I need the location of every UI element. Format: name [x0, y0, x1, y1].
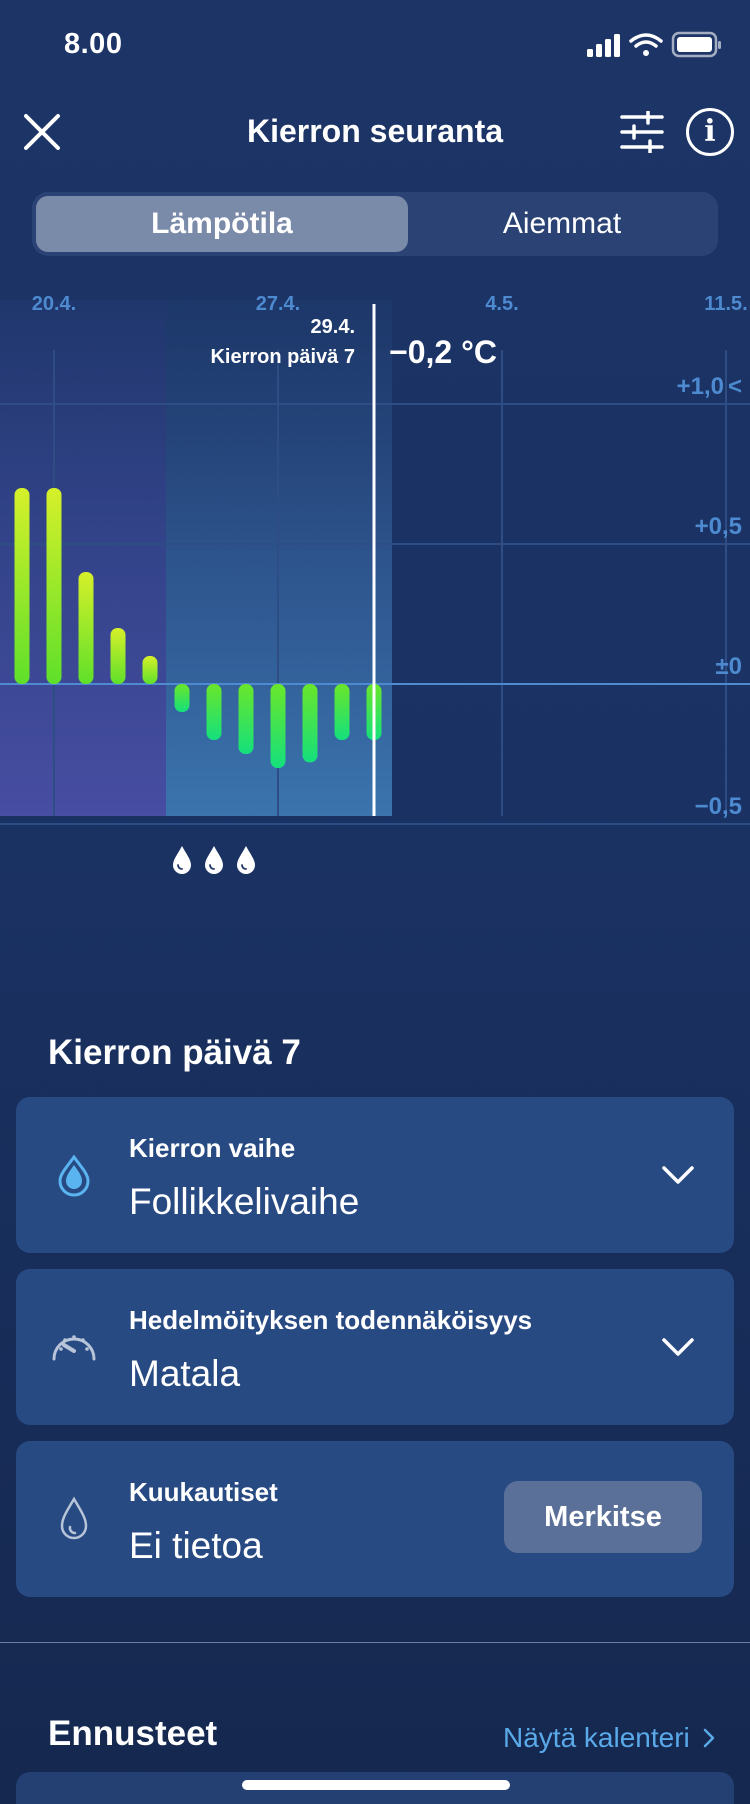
- period-value: Ei tietoa: [129, 1525, 263, 1566]
- fertility-value: Matala: [129, 1353, 241, 1394]
- info-button[interactable]: i: [686, 108, 734, 156]
- chart-bar: [334, 684, 350, 740]
- y-tick-label: −0,5: [695, 793, 742, 820]
- x-tick-label: 20.4.: [32, 293, 76, 315]
- home-indicator: [242, 1780, 510, 1790]
- status-icons: [587, 31, 721, 58]
- y-tick-label: +1,0: [677, 373, 724, 400]
- y-axis-labels: +1,0 +0,5 ±0 −0,5 <: [677, 373, 742, 820]
- mark-period-button[interactable]: Merkitse: [504, 1481, 702, 1553]
- period-drops: [173, 846, 255, 874]
- chart-bar: [302, 684, 318, 763]
- chart-bar: [78, 572, 94, 684]
- signal-icon: [587, 34, 620, 57]
- chevron-down-icon[interactable]: [658, 1327, 698, 1367]
- info-icon: i: [704, 114, 716, 149]
- status-time: 8.00: [64, 28, 123, 60]
- chart-bar: [174, 684, 190, 712]
- period-label: Kuukautiset: [129, 1477, 278, 1507]
- y-limit-marker: <: [728, 373, 742, 400]
- selected-date: 29.4.: [311, 316, 355, 338]
- chart-bar: [270, 684, 286, 768]
- chevron-right-icon: [703, 1728, 715, 1748]
- chart-bar: [110, 628, 126, 684]
- fertility-label: Hedelmöityksen todennäköisyys: [129, 1305, 533, 1335]
- period-drop-icon: [173, 846, 191, 874]
- chart-bar: [206, 684, 222, 740]
- tab-temperature[interactable]: Lämpötila: [36, 196, 408, 252]
- wifi-icon: [629, 33, 663, 56]
- cycle-phase-label: Kierron vaihe: [129, 1133, 296, 1163]
- cycle-phase-value: Follikkelivaihe: [129, 1181, 360, 1222]
- show-calendar-link[interactable]: Näytä kalenteri: [503, 1722, 716, 1754]
- filter-button[interactable]: [614, 106, 670, 158]
- filter-icon: [620, 111, 664, 153]
- show-calendar-label: Näytä kalenteri: [503, 1722, 690, 1753]
- x-tick-label: 27.4.: [256, 293, 300, 315]
- section-title: Kierron päivä 7: [48, 1033, 301, 1072]
- chart-bar: [142, 656, 158, 684]
- forecast-title: Ennusteet: [48, 1714, 218, 1753]
- battery-icon: [671, 31, 721, 58]
- chevron-down-icon[interactable]: [658, 1155, 698, 1195]
- drop-icon: [46, 1147, 102, 1203]
- tab-previous[interactable]: Aiemmat: [410, 196, 714, 252]
- chart-bar: [14, 488, 30, 684]
- view-tabs: Lämpötila Aiemmat: [32, 192, 718, 256]
- y-tick-label: ±0: [715, 653, 742, 680]
- chart-bar: [238, 684, 254, 754]
- x-tick-label: 11.5.: [704, 293, 747, 315]
- selected-temperature: −0,2 °C: [389, 334, 497, 370]
- x-tick-label: 4.5.: [485, 293, 518, 315]
- period-drop-icon: [205, 846, 223, 874]
- fertility-card[interactable]: Hedelmöityksen todennäköisyys Matala: [16, 1269, 734, 1425]
- cycle-phase-card[interactable]: Kierron vaihe Follikkelivaihe: [16, 1097, 734, 1253]
- gauge-icon: [46, 1319, 102, 1375]
- period-card: Kuukautiset Ei tietoa Merkitse: [16, 1441, 734, 1597]
- divider: [0, 1642, 750, 1643]
- chart-bar: [46, 488, 62, 684]
- drop-outline-icon: [46, 1491, 102, 1547]
- period-drop-icon: [237, 846, 255, 874]
- selected-cycle-day: Kierron päivä 7: [210, 346, 355, 368]
- temperature-chart[interactable]: 20.4. 27.4. 4.5. 11.5. +1,0 +0,5 ±0 −0,5 < 29.4…: [0, 280, 750, 980]
- y-tick-label: +0,5: [695, 513, 742, 540]
